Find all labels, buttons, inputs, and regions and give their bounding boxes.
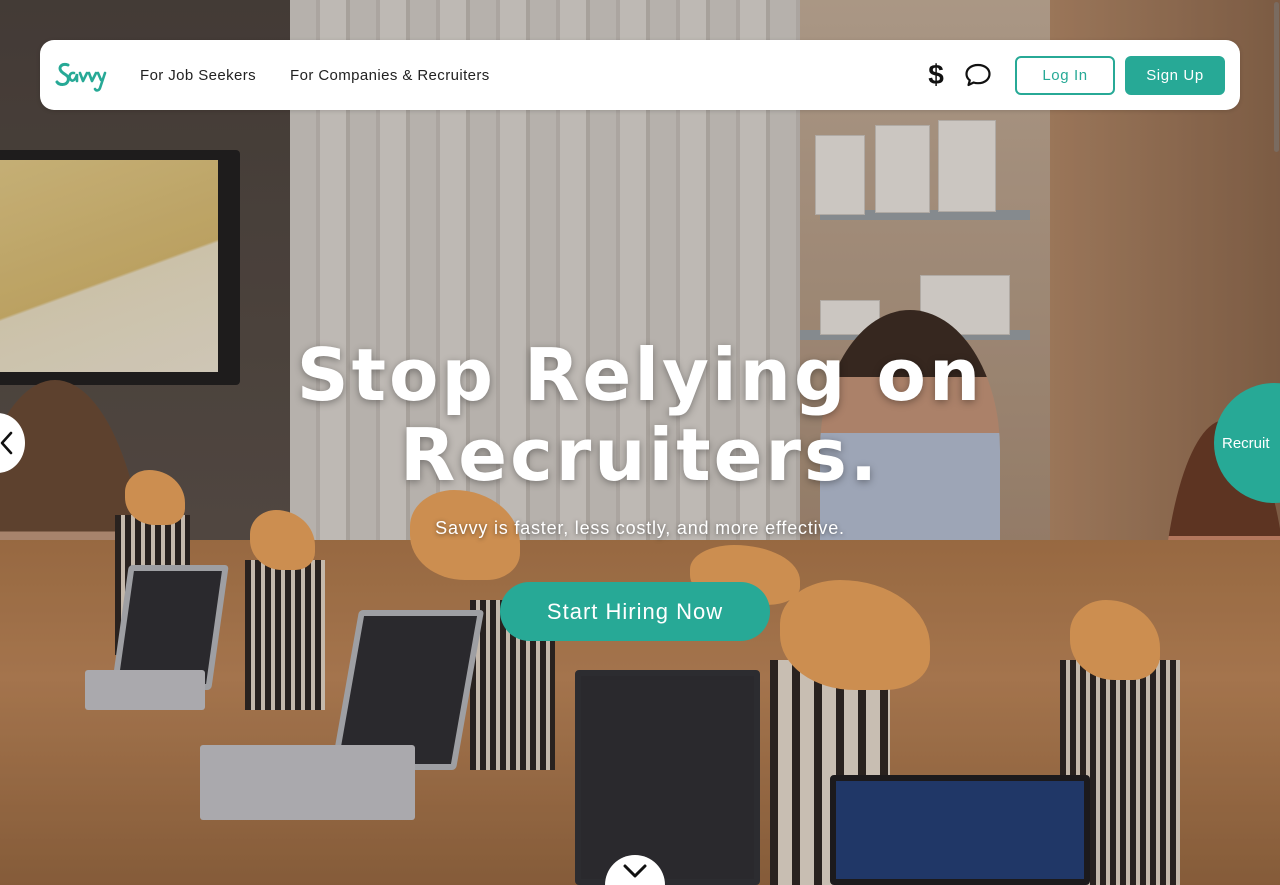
dollar-icon: $ <box>928 59 944 90</box>
chevron-left-icon <box>0 431 13 455</box>
chat-bubble-icon <box>965 63 991 87</box>
signup-button[interactable]: Sign Up <box>1125 55 1225 95</box>
pricing-button[interactable]: $ <box>921 60 951 90</box>
savvy-logo-icon <box>55 63 107 92</box>
savvy-logo[interactable] <box>52 55 110 95</box>
page-scrollbar[interactable] <box>1272 0 1280 885</box>
top-navbar: For Job Seekers For Companies & Recruite… <box>40 40 1240 110</box>
hero-headline-line2: Recruiters. <box>399 413 881 497</box>
side-tab-label: Recruit <box>1222 434 1270 452</box>
hero-headline-line1: Stop Relying on <box>296 333 984 417</box>
scrollbar-thumb[interactable] <box>1274 2 1279 152</box>
nav-link-job-seekers[interactable]: For Job Seekers <box>140 67 256 84</box>
hero-subheadline: Savvy is faster, less costly, and more e… <box>435 518 845 538</box>
nav-link-companies-recruiters[interactable]: For Companies & Recruiters <box>290 67 490 84</box>
chat-button[interactable] <box>963 60 993 90</box>
start-hiring-button[interactable]: Start Hiring Now <box>500 582 770 641</box>
hero-headline: Stop Relying on Recruiters. <box>0 335 1280 495</box>
login-button[interactable]: Log In <box>1015 55 1115 95</box>
chevron-down-icon <box>623 864 647 878</box>
